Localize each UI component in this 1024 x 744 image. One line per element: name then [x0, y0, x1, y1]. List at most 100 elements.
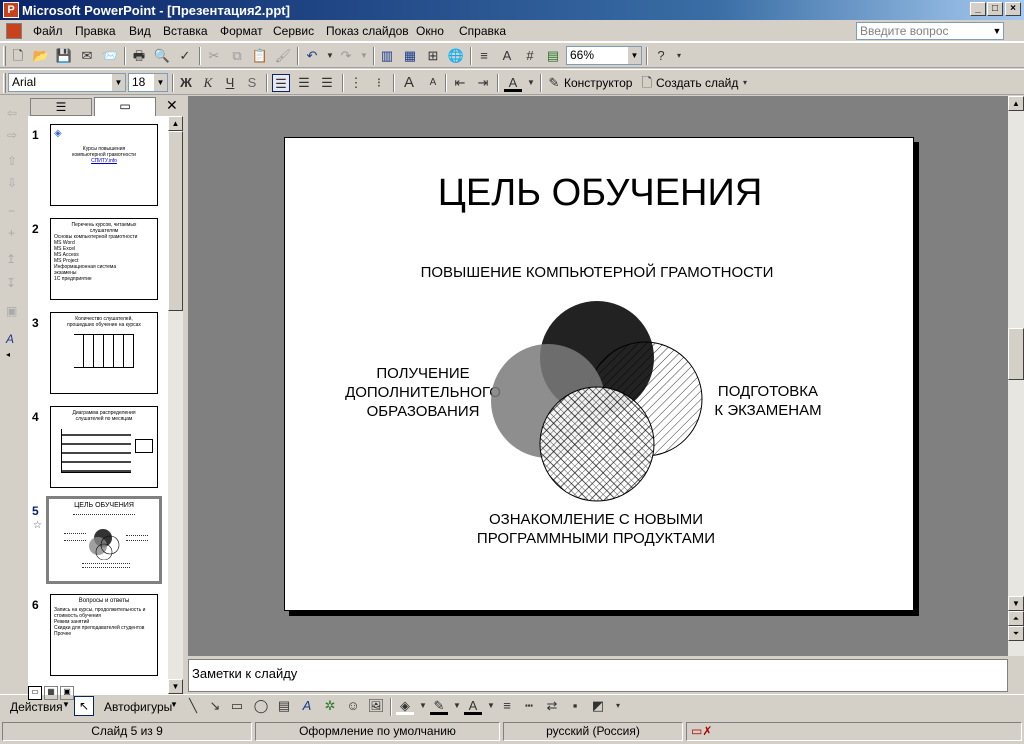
expand-icon[interactable]: + [8, 226, 15, 240]
scroll-thumb[interactable] [1008, 328, 1024, 380]
slide-thumbnail-1[interactable]: ◈ Курсы повышения компьютерной грамотнос… [50, 124, 158, 206]
insert-table-icon[interactable]: ▦ [401, 47, 419, 65]
summary-slide-icon[interactable]: ▣ [6, 304, 17, 318]
toolbar-grip[interactable] [3, 73, 6, 93]
insert-hyperlink-icon[interactable]: 🌐 [447, 47, 465, 65]
align-left-icon[interactable]: ☰ [272, 74, 290, 92]
redo-dropdown-icon[interactable]: ▼ [355, 47, 373, 65]
tab-outline[interactable]: ☰ [30, 98, 92, 116]
show-grid-icon[interactable]: # [521, 47, 539, 65]
new-icon[interactable]: 🗋 [9, 47, 27, 65]
paste-icon[interactable]: 📋 [251, 47, 269, 65]
collapse-icon[interactable]: − [8, 204, 15, 218]
decrease-indent-icon[interactable]: ⇤ [451, 74, 469, 92]
close-pane-icon[interactable]: ✕ [166, 97, 178, 114]
bullets-icon[interactable]: ⁝ [370, 74, 388, 92]
menu-view[interactable]: Вид [129, 24, 151, 38]
designer-button[interactable]: Конструктор [564, 76, 632, 90]
actions-menu[interactable]: Действия [10, 700, 63, 714]
increase-font-icon[interactable]: A [400, 74, 418, 92]
collapse-all-icon[interactable]: ↥ [6, 252, 16, 266]
demote-icon[interactable]: ⇨ [7, 128, 17, 142]
line-icon[interactable]: ╲ [184, 697, 202, 715]
fill-color-icon[interactable]: ◈ [396, 697, 414, 715]
move-up-icon[interactable]: ⇧ [7, 154, 17, 168]
menu-slideshow[interactable]: Показ слайдов [326, 24, 409, 38]
wordart-icon[interactable]: A [298, 697, 316, 715]
label-new-software[interactable]: ОЗНАКОМЛЕНИЕ С НОВЫМИ ПРОГРАММНЫМИ ПРОДУ… [435, 510, 757, 548]
promote-icon[interactable]: ⇦ [7, 106, 17, 120]
font-size-select[interactable]: 18 ▼ [128, 73, 168, 92]
zoom-select[interactable]: 66% ▼ [566, 46, 642, 65]
menu-file[interactable]: Файл [33, 24, 63, 38]
decrease-font-icon[interactable]: A [424, 74, 442, 92]
autoshapes-dropdown-icon[interactable]: ▼ [170, 700, 178, 709]
oval-icon[interactable]: ◯ [252, 697, 270, 715]
print-preview-icon[interactable]: 🔍 [153, 47, 171, 65]
tab-slides[interactable]: ▭ [94, 97, 156, 116]
notes-pane[interactable]: Заметки к слайду [188, 659, 1008, 692]
actions-dropdown-icon[interactable]: ▼ [62, 700, 70, 709]
textbox-icon[interactable]: ▤ [275, 697, 293, 715]
bold-button[interactable]: Ж [177, 74, 195, 92]
expand-all-icon[interactable]: ≡ [475, 47, 493, 65]
select-pointer-icon[interactable]: ↖ [74, 696, 94, 716]
arrow-icon[interactable]: ↘ [206, 697, 224, 715]
insert-chart-icon[interactable]: ▥ [378, 47, 396, 65]
format-painter-icon[interactable]: 🖌 [274, 47, 292, 65]
slide-thumbnail-5[interactable]: ЦЕЛЬ ОБУЧЕНИЯ [50, 499, 158, 581]
status-design-template[interactable]: Оформление по умолчанию [255, 722, 500, 741]
move-down-icon[interactable]: ⇩ [7, 176, 17, 190]
clipart-icon[interactable]: ☺ [344, 697, 362, 715]
menu-tools[interactable]: Сервис [273, 24, 314, 38]
menu-help[interactable]: Справка [459, 24, 506, 38]
label-computer-literacy[interactable]: ПОВЫШЕНИЕ КОМПЬЮТЕРНОЙ ГРАМОТНОСТИ [285, 264, 909, 281]
slide-canvas[interactable]: ЦЕЛЬ ОБУЧЕНИЯ ПОВЫШЕНИЕ КОМПЬЮТЕРНОЙ ГРА… [284, 137, 914, 611]
slide-thumbnail-2[interactable]: Перечень курсов, читаемых слушателям Осн… [50, 218, 158, 300]
scroll-down-icon[interactable]: ▼ [168, 679, 183, 694]
toolbar-options-icon[interactable]: ◂ [6, 350, 10, 359]
menu-insert[interactable]: Вставка [163, 24, 208, 38]
previous-slide-icon[interactable]: ⏶ [1008, 611, 1024, 626]
align-center-icon[interactable]: ☰ [295, 74, 313, 92]
color-grayscale-icon[interactable]: ▤ [544, 47, 562, 65]
ask-dropdown-arrow-icon[interactable]: ▼ [990, 22, 1004, 40]
font-color-icon[interactable]: A [504, 74, 522, 92]
email-icon[interactable]: 📨 [101, 47, 119, 65]
redo-icon[interactable]: ↷ [337, 47, 355, 65]
spelling-icon[interactable]: ✓ [176, 47, 194, 65]
new-slide-button[interactable]: Создать слайд [656, 76, 738, 90]
italic-button[interactable]: К [199, 74, 217, 92]
status-spelling[interactable]: ▭✗ [686, 722, 1022, 741]
rectangle-icon[interactable]: ▭ [228, 697, 246, 715]
toolbar-options-icon[interactable]: ▾ [609, 697, 627, 715]
align-right-icon[interactable]: ☰ [318, 74, 336, 92]
menu-format[interactable]: Формат [220, 24, 263, 38]
autoshapes-menu[interactable]: Автофигуры [104, 700, 172, 714]
print-icon[interactable]: 🖶 [130, 47, 148, 65]
slideshow-view-icon[interactable]: ▣ [60, 686, 74, 700]
circle-new-software[interactable] [539, 386, 655, 502]
underline-button[interactable]: Ч [221, 74, 239, 92]
slide-scrollbar[interactable]: ▲ ▼ ⏶ ⏷ [1008, 96, 1024, 656]
menu-edit[interactable]: Правка [75, 24, 116, 38]
label-additional-education[interactable]: ПОЛУЧЕНИЕ ДОПОЛНИТЕЛЬНОГО ОБРАЗОВАНИЯ [333, 364, 513, 421]
line-color-icon[interactable]: ✎ [430, 697, 448, 715]
expand-all-icon[interactable]: ↧ [6, 276, 16, 290]
chevron-down-icon[interactable]: ▼ [112, 74, 125, 91]
undo-icon[interactable]: ↶ [303, 47, 321, 65]
picture-icon[interactable]: 🖼 [367, 697, 385, 715]
open-icon[interactable]: 📂 [32, 47, 50, 65]
slide-thumbnail-6[interactable]: Вопросы и ответы Запись на курсы, продол… [50, 594, 158, 676]
increase-indent-icon[interactable]: ⇥ [474, 74, 492, 92]
chevron-down-icon[interactable]: ▼ [628, 47, 641, 64]
designer-icon[interactable]: ✎ [545, 74, 563, 92]
show-formatting-icon[interactable]: A [6, 332, 14, 346]
copy-icon[interactable]: ⧉ [228, 47, 246, 65]
shadow-style-icon[interactable]: ▪ [566, 697, 584, 715]
shadow-button[interactable]: S [243, 74, 261, 92]
scroll-thumb[interactable] [168, 131, 183, 311]
scroll-up-icon[interactable]: ▲ [168, 116, 183, 131]
slide-title[interactable]: ЦЕЛЬ ОБУЧЕНИЯ [285, 172, 915, 215]
slide-thumbnail-4[interactable]: Диаграмма распределения слушателей по ме… [50, 406, 158, 488]
